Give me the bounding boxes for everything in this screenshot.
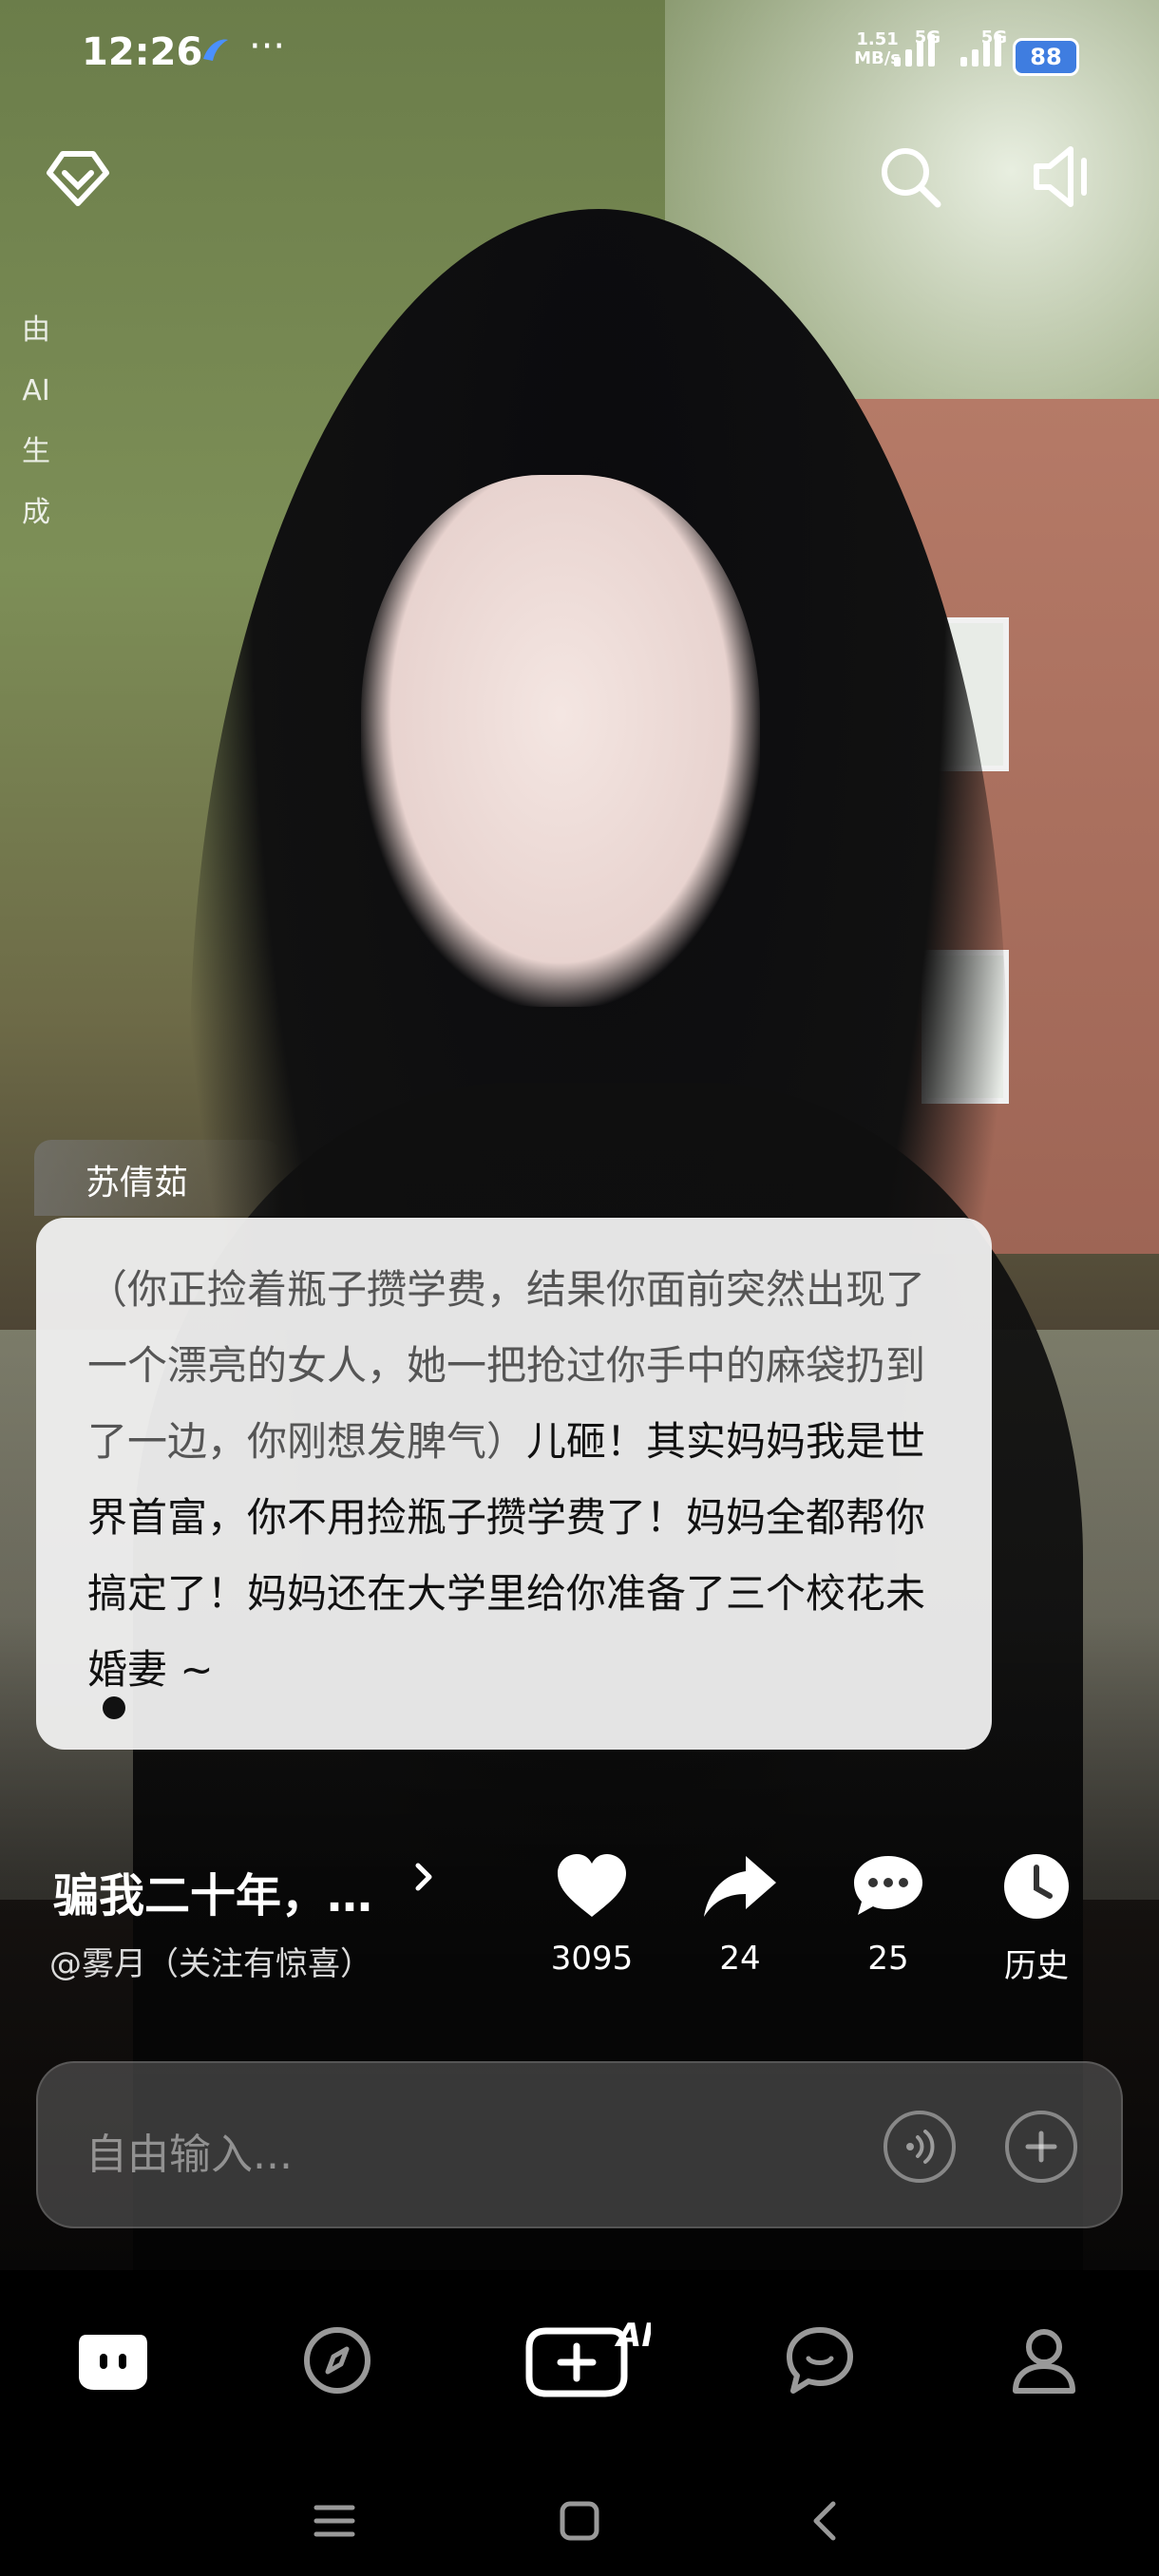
add-icon[interactable] [1005, 2111, 1077, 2183]
chat-icon [787, 2327, 853, 2394]
heart-icon [558, 1854, 626, 1917]
status-bar: 12:26 ··· 1.51 MB/s 5G 5G 88 [0, 0, 1159, 114]
home-square-icon[interactable] [551, 2492, 608, 2549]
screen: 12:26 ··· 1.51 MB/s 5G 5G 88 由 AI 生 成 [0, 0, 1159, 2576]
clock-icon [1004, 1854, 1069, 1919]
search-icon[interactable] [872, 139, 948, 215]
dialog-bubble[interactable]: （你正捡着瓶子攒学费，结果你面前突然出现了一个漂亮的女人，她一把抢过你手中的麻袋… [36, 1218, 992, 1750]
profile-icon [1013, 2329, 1075, 2394]
more-notifications-icon: ··· [249, 25, 286, 68]
chat-input-placeholder: 自由输入... [86, 2131, 293, 2179]
comment-count: 25 [867, 1940, 909, 1978]
create-ai-label: AI [614, 2318, 651, 2355]
home-icon [79, 2335, 147, 2390]
history-label: 历史 [1004, 1947, 1069, 1985]
typing-indicator [103, 1696, 125, 1719]
notification-icon [200, 32, 232, 76]
comment-icon [854, 1856, 922, 1915]
like-count: 3095 [550, 1940, 634, 1978]
collapse-icon[interactable] [42, 142, 114, 215]
ai-label-char: 生 [22, 435, 50, 468]
ai-label-char: AI [22, 374, 50, 407]
nav-create-ai[interactable]: AI [513, 2308, 656, 2413]
character-name: 苏倩茹 [86, 1164, 189, 1203]
create-ai-icon: AI [525, 2318, 651, 2397]
chat-input[interactable]: 自由输入... [36, 2061, 1123, 2228]
nav-home[interactable] [61, 2308, 165, 2413]
share-count: 24 [719, 1940, 761, 1978]
story-title[interactable]: 骗我二十年，… [53, 1858, 372, 1924]
share-button[interactable]: 24 [678, 1852, 802, 1978]
ai-label-char: 成 [22, 496, 50, 529]
history-button[interactable]: 历史 [975, 1852, 1098, 1986]
ai-label-char: 由 [22, 313, 50, 347]
ai-generated-label: 由 AI 生 成 [19, 300, 53, 543]
compass-icon [304, 2327, 370, 2394]
status-time: 12:26 [82, 30, 203, 74]
nav-messages[interactable] [768, 2308, 872, 2413]
character-face [361, 475, 760, 1007]
menu-icon[interactable] [306, 2492, 363, 2549]
volume-icon[interactable] [1026, 139, 1112, 215]
like-button[interactable]: 3095 [530, 1852, 654, 1978]
comment-button[interactable]: 25 [826, 1852, 950, 1978]
story-author[interactable]: @雾月（关注有惊喜） [49, 1938, 372, 1984]
signal-icon-2 [960, 34, 1001, 66]
share-icon [704, 1856, 776, 1917]
character-name-tag: 苏倩茹 [34, 1140, 281, 1216]
nav-profile[interactable] [992, 2308, 1096, 2413]
back-icon[interactable] [796, 2492, 853, 2549]
voice-icon[interactable] [884, 2111, 956, 2183]
chevron-right-icon[interactable] [410, 1858, 439, 1906]
battery-icon: 88 [1013, 38, 1079, 76]
battery-level: 88 [1030, 44, 1062, 70]
bottom-nav: AI [0, 2270, 1159, 2451]
system-nav-bar [0, 2451, 1159, 2576]
nav-discover[interactable] [285, 2308, 390, 2413]
signal-icon [894, 34, 935, 66]
